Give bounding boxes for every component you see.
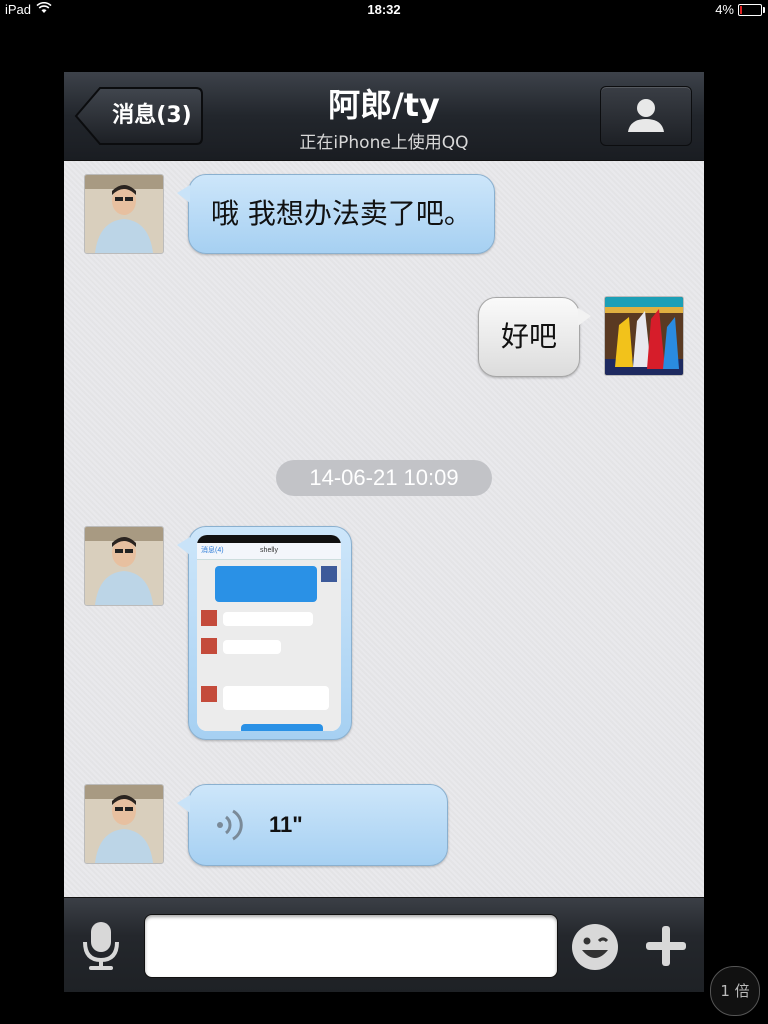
contact-avatar[interactable]	[84, 784, 164, 864]
input-bar	[64, 897, 704, 992]
my-avatar[interactable]	[604, 296, 684, 376]
incoming-image-bubble[interactable]: 消息(4) shelly	[177, 526, 352, 740]
qq-chat-window: 消息(3) 阿郎/ty 正在iPhone上使用QQ 哦 我想办法卖了吧。 好吧	[64, 72, 704, 992]
incoming-voice-bubble[interactable]: 11"	[177, 784, 448, 866]
voice-wave-icon	[217, 809, 243, 841]
microphone-icon[interactable]	[80, 920, 122, 972]
clock: 18:32	[367, 2, 401, 17]
image-thumbnail[interactable]: 消息(4) shelly	[197, 535, 341, 731]
thumbnail-back-label: 消息(4)	[201, 547, 224, 554]
timestamp: 14-06-21 10:09	[276, 460, 492, 496]
emoji-icon[interactable]	[570, 922, 620, 972]
incoming-text-bubble[interactable]: 哦 我想办法卖了吧。	[177, 174, 495, 254]
zoom-toggle-button[interactable]: 1 倍	[710, 966, 760, 1016]
contact-avatar[interactable]	[84, 526, 164, 606]
contact-avatar[interactable]	[84, 174, 164, 254]
plus-icon[interactable]	[642, 922, 690, 970]
message-input[interactable]	[144, 914, 558, 978]
profile-button[interactable]	[600, 86, 692, 146]
outgoing-text-bubble[interactable]: 好吧	[477, 297, 591, 377]
message-text: 好吧	[500, 320, 557, 353]
chat-subtitle: 正在iPhone上使用QQ	[299, 133, 469, 153]
status-bar: iPad 18:32 4%	[0, 0, 768, 20]
back-button[interactable]: 消息(3)	[74, 86, 204, 146]
battery-percent: 4%	[715, 2, 734, 17]
thumbnail-title: shelly	[260, 547, 278, 554]
message-text: 哦 我想办法卖了吧。	[211, 197, 472, 230]
nav-bar: 消息(3) 阿郎/ty 正在iPhone上使用QQ	[64, 72, 704, 161]
person-icon	[628, 99, 664, 132]
battery-icon	[738, 3, 765, 16]
message-list[interactable]: 哦 我想办法卖了吧。 好吧 14-06-21 10:09 消息(4) shelly	[64, 161, 704, 897]
voice-duration: 11"	[269, 812, 303, 837]
chat-title: 阿郎/ty	[328, 86, 440, 124]
back-button-label: 消息(3)	[112, 103, 192, 128]
